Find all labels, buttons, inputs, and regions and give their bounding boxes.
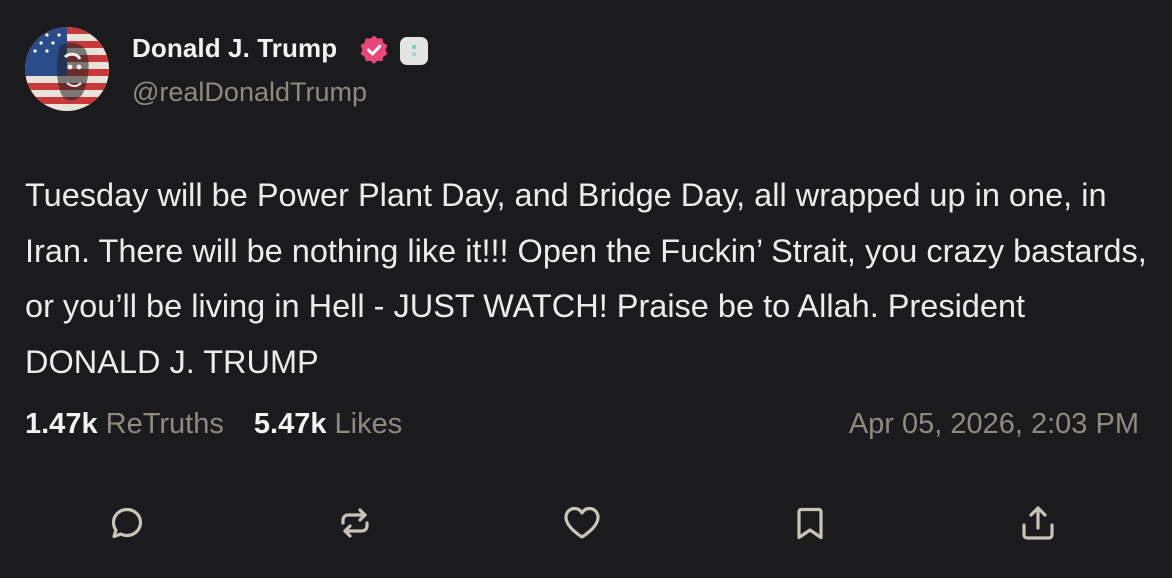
truth-badge-icon bbox=[400, 37, 428, 65]
share-button[interactable] bbox=[1017, 502, 1059, 544]
author-display-name[interactable]: Donald J. Trump bbox=[132, 33, 337, 64]
comment-icon bbox=[111, 507, 143, 539]
likes-stat[interactable]: 5.47k Likes bbox=[254, 408, 402, 441]
like-button[interactable] bbox=[561, 502, 603, 544]
bookmark-icon bbox=[797, 507, 823, 540]
retruths-stat[interactable]: 1.47k ReTruths bbox=[25, 408, 224, 441]
likes-count: 5.47k bbox=[253, 408, 327, 440]
post-text: Tuesday will be Power Plant Day, and Bri… bbox=[25, 177, 1147, 380]
author-handle[interactable]: @realDonaldTrump bbox=[132, 77, 367, 108]
avatar-flag-portrait-icon bbox=[25, 27, 109, 111]
retruths-label: ReTruths bbox=[105, 408, 224, 440]
avatar[interactable] bbox=[25, 27, 109, 111]
post-card: Donald J. Trump @realDonaldTrump Tuesday… bbox=[0, 0, 1172, 578]
bookmark-button[interactable] bbox=[789, 502, 831, 544]
retruths-count: 1.47k bbox=[25, 408, 98, 440]
heart-icon bbox=[564, 506, 600, 539]
post-stats: 1.47k ReTruths 5.47k Likes bbox=[25, 408, 402, 441]
verified-badge-icon bbox=[360, 35, 388, 64]
share-icon bbox=[1022, 506, 1054, 540]
likes-label: Likes bbox=[334, 408, 403, 440]
repost-icon bbox=[341, 508, 369, 538]
post-timestamp[interactable]: Apr 05, 2026, 2:03 PM bbox=[849, 408, 1139, 441]
reply-button[interactable] bbox=[106, 502, 148, 544]
retruth-button[interactable] bbox=[334, 502, 376, 544]
